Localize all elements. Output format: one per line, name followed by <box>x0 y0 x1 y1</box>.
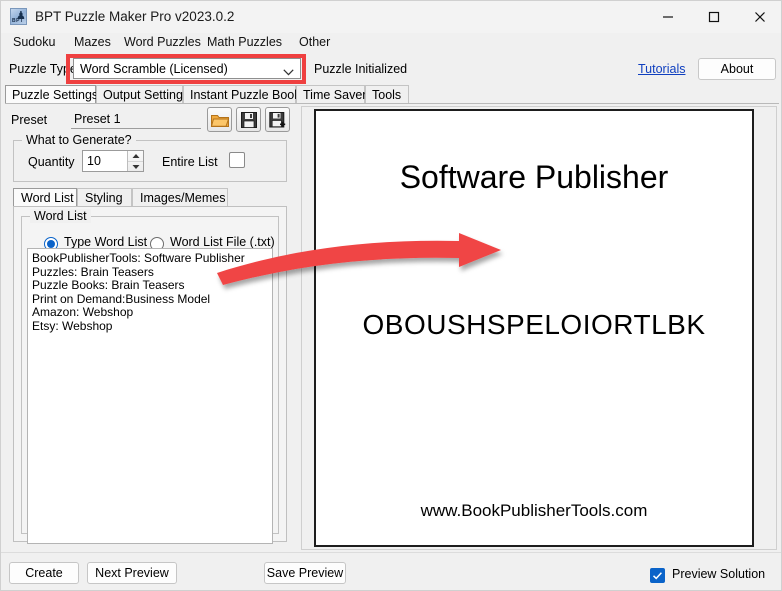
quantity-label: Quantity <box>28 155 75 169</box>
quantity-spin-buttons[interactable] <box>127 151 143 171</box>
preview-solution-checkbox[interactable] <box>650 568 665 583</box>
tab-tools[interactable]: Tools <box>365 85 409 104</box>
open-folder-icon[interactable] <box>207 107 232 132</box>
inner-tab-strip: Word List Styling Images/Memes <box>13 188 287 207</box>
app-icon-subtext: BPT <box>12 18 24 24</box>
chevron-down-icon <box>283 65 294 79</box>
quantity-decrement-icon[interactable] <box>128 161 143 172</box>
radio-word-list-file-label: Word List File (.txt) <box>170 235 275 249</box>
puzzle-type-selected-value: Word Scramble (Licensed) <box>80 62 228 76</box>
save-preview-button[interactable]: Save Preview <box>264 562 346 584</box>
what-to-generate-title: What to Generate? <box>22 133 136 147</box>
tab-output-settings[interactable]: Output Settings <box>96 85 183 104</box>
preview-puzzle-title: Software Publisher <box>316 159 752 196</box>
word-list-group-title: Word List <box>30 209 91 223</box>
save-as-floppy-icon[interactable] <box>265 107 290 132</box>
menu-item-sudoku[interactable]: Sudoku <box>13 35 55 49</box>
tab-puzzle-settings[interactable]: Puzzle Settings <box>5 85 96 104</box>
tab-images-memes[interactable]: Images/Memes <box>132 188 228 207</box>
quantity-stepper[interactable]: 10 <box>82 150 144 172</box>
bpt-app-icon: ♟ BPT <box>10 8 27 25</box>
save-floppy-icon[interactable] <box>236 107 261 132</box>
entire-list-checkbox[interactable] <box>229 152 245 168</box>
tutorials-link[interactable]: Tutorials <box>638 62 685 76</box>
preset-input[interactable] <box>71 109 201 129</box>
tab-word-list[interactable]: Word List <box>13 188 77 207</box>
minimize-icon[interactable] <box>645 1 691 33</box>
tab-time-saver[interactable]: Time Saver <box>296 85 365 104</box>
next-preview-button[interactable]: Next Preview <box>87 562 177 584</box>
preview-scrambled-word: OBOUSHSPELOIORTLBK <box>316 309 752 341</box>
application-window: ♟ BPT BPT Puzzle Maker Pro v2023.0.2 Sud… <box>0 0 782 591</box>
what-to-generate-group: What to Generate? Quantity 10 Entire Lis… <box>13 140 287 182</box>
puzzle-settings-panel: Preset <box>5 104 295 551</box>
preset-label: Preset <box>11 113 47 127</box>
title-bar: ♟ BPT BPT Puzzle Maker Pro v2023.0.2 <box>1 1 782 33</box>
word-list-input[interactable] <box>27 248 273 544</box>
close-icon[interactable] <box>737 1 782 33</box>
menu-item-mazes[interactable]: Mazes <box>74 35 111 49</box>
window-title: BPT Puzzle Maker Pro v2023.0.2 <box>35 9 234 24</box>
puzzle-type-label: Puzzle Type <box>9 62 77 76</box>
menu-item-word-puzzles[interactable]: Word Puzzles <box>124 35 201 49</box>
menu-bar: Sudoku Mazes Word Puzzles Math Puzzles O… <box>1 33 782 53</box>
preview-footer-url: www.BookPublisherTools.com <box>316 501 752 521</box>
bottom-toolbar: Create Next Preview Save Preview Preview… <box>1 552 782 590</box>
menu-item-other[interactable]: Other <box>299 35 330 49</box>
quantity-value: 10 <box>87 154 101 168</box>
radio-type-word-list-label: Type Word List <box>64 235 147 249</box>
preview-solution-label: Preview Solution <box>672 567 765 581</box>
menu-item-math-puzzles[interactable]: Math Puzzles <box>207 35 282 49</box>
main-tab-strip: Puzzle Settings Output Settings Instant … <box>5 85 779 104</box>
quantity-increment-icon[interactable] <box>128 151 143 161</box>
tab-instant-puzzle-books[interactable]: Instant Puzzle Books <box>183 85 296 104</box>
create-button[interactable]: Create <box>9 562 79 584</box>
puzzle-type-dropdown[interactable]: Word Scramble (Licensed) <box>73 58 301 79</box>
puzzle-preview-page: Software Publisher OBOUSHSPELOIORTLBK ww… <box>314 109 754 547</box>
maximize-icon[interactable] <box>691 1 737 33</box>
entire-list-label: Entire List <box>162 155 218 169</box>
status-text-puzzle-initialized: Puzzle Initialized <box>314 62 407 76</box>
about-button[interactable]: About <box>698 58 776 80</box>
tab-styling[interactable]: Styling <box>77 188 132 207</box>
